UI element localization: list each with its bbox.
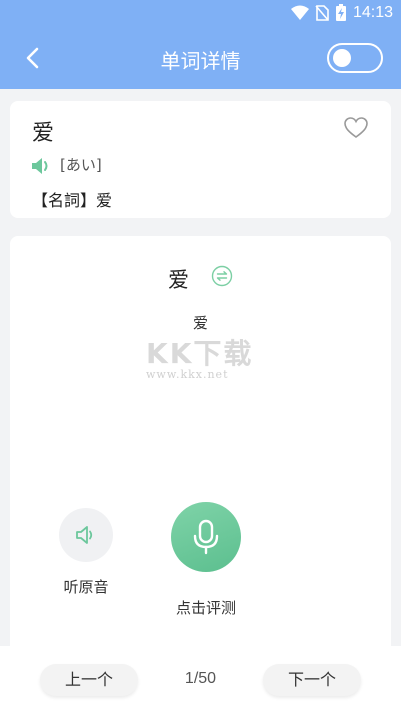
practice-word: 爱 <box>168 268 189 292</box>
watermark-logo: KK下载 <box>146 337 254 370</box>
word-info-card: 爱 [あい] 【名詞】爱 <box>10 101 391 218</box>
no-sim-icon <box>315 5 329 21</box>
next-button[interactable]: 下一个 <box>263 664 361 696</box>
mode-toggle[interactable] <box>327 43 383 73</box>
speaker-icon[interactable] <box>30 156 52 176</box>
wifi-icon <box>290 5 309 20</box>
record-evaluate-label: 点击评测 <box>175 599 236 617</box>
swap-icon[interactable] <box>211 265 233 287</box>
watermark-url: www.kkx.net <box>146 368 229 381</box>
record-evaluate-button[interactable] <box>171 502 241 572</box>
word-definition: 【名詞】爱 <box>32 191 113 210</box>
microphone-icon <box>193 519 219 555</box>
app-header: 单词详情 <box>0 28 401 89</box>
practice-meaning: 爱 <box>192 314 208 332</box>
word-reading: [あい] <box>60 156 102 174</box>
status-bar: 14:13 <box>0 0 401 28</box>
word-counter: 1/50 <box>184 670 217 687</box>
previous-button[interactable]: 上一个 <box>40 664 138 696</box>
watermark: KK下载 www.kkx.net <box>146 332 272 384</box>
word-headword: 爱 <box>32 121 55 146</box>
status-icons: 14:13 <box>290 4 393 22</box>
listen-original-label: 听原音 <box>63 578 109 596</box>
toggle-knob <box>333 49 351 67</box>
listen-original-button[interactable] <box>59 508 113 562</box>
pronunciation-practice-card: 爱 爱 KK下载 www.kkx.net 听原音 点击评测 <box>10 236 391 656</box>
bottom-nav-bar: 上一个 1/50 下一个 <box>0 646 401 712</box>
speaker-icon <box>76 526 93 544</box>
favorite-heart-icon[interactable] <box>343 116 369 140</box>
status-time: 14:13 <box>352 4 393 21</box>
battery-charging-icon <box>335 4 346 21</box>
